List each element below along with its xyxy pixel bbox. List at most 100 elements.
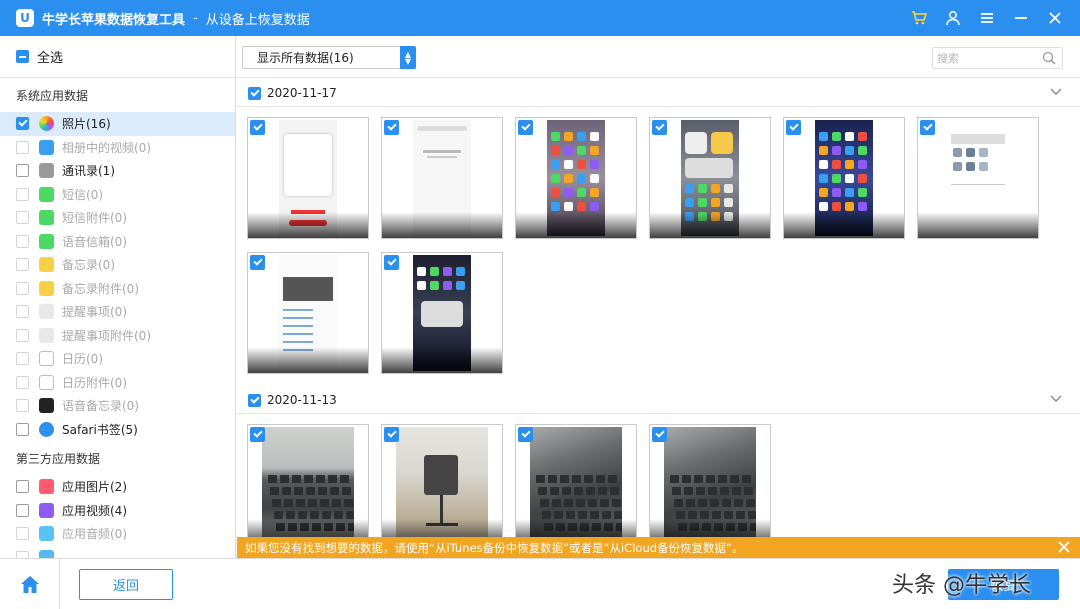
thumbnail-checkbox[interactable] <box>920 120 935 135</box>
date-group-header[interactable]: 2020-11-13 <box>237 386 1080 414</box>
sidebar-item[interactable]: 语音备忘录(0) <box>0 394 235 418</box>
thumbnail-shade <box>382 347 502 373</box>
sidebar-item-label: 照片(16) <box>62 117 111 132</box>
photo-thumbnail[interactable] <box>649 117 771 239</box>
notice-close-icon[interactable] <box>1056 539 1072 555</box>
item-checkbox[interactable] <box>16 328 29 342</box>
photo-thumbnail[interactable] <box>515 117 637 239</box>
item-checkbox[interactable] <box>16 527 29 541</box>
item-checkbox[interactable] <box>16 422 29 436</box>
photo-thumbnail[interactable] <box>247 117 369 239</box>
thumbnail-checkbox[interactable] <box>250 255 265 270</box>
photo-thumbnail[interactable] <box>381 252 503 374</box>
sidebar-item[interactable]: 提醒事项附件(0) <box>0 324 235 348</box>
sidebar-item[interactable]: 短信(0) <box>0 183 235 207</box>
search-box[interactable] <box>932 47 1063 69</box>
sidebar-item[interactable] <box>0 546 235 558</box>
menu-icon[interactable] <box>970 0 1004 36</box>
contacts-icon <box>39 163 54 179</box>
thumbnail-checkbox[interactable] <box>786 120 801 135</box>
back-button[interactable]: 返回 <box>79 569 173 600</box>
updown-arrow-icon[interactable]: ▲ ▼ <box>400 46 416 69</box>
item-checkbox[interactable] <box>16 399 29 413</box>
sidebar-item[interactable]: 通讯录(1) <box>0 159 235 183</box>
date-group-header[interactable]: 2020-11-17 <box>237 79 1080 107</box>
photo-thumbnail[interactable] <box>247 252 369 374</box>
notes-attachment-icon <box>39 280 54 296</box>
item-checkbox[interactable] <box>16 352 29 366</box>
minimize-icon[interactable] <box>1004 0 1038 36</box>
sidebar-item[interactable]: 备忘录(0) <box>0 253 235 277</box>
sidebar-item[interactable]: 语音信箱(0) <box>0 230 235 254</box>
user-icon[interactable] <box>936 0 970 36</box>
app-audio-icon <box>39 526 54 542</box>
thumbnail-checkbox[interactable] <box>518 120 533 135</box>
thumbnail-shade <box>516 212 636 238</box>
photo-thumbnail[interactable] <box>381 117 503 239</box>
item-checkbox[interactable] <box>16 187 29 201</box>
system-app-list: 照片(16) 相册中的视频(0) 通讯录(1) 短信(0) 短信附件(0) 语音信箱(0)… <box>0 112 235 441</box>
item-checkbox[interactable] <box>16 211 29 225</box>
home-button[interactable] <box>0 559 60 609</box>
cart-icon[interactable] <box>902 0 936 36</box>
item-checkbox[interactable] <box>16 480 29 494</box>
footer-bar: 返回 恢复 头条 @牛学长 <box>0 558 1080 609</box>
select-all-label: 全选 <box>37 51 64 66</box>
item-checkbox[interactable] <box>16 117 29 131</box>
sidebar-item[interactable]: 提醒事项(0) <box>0 300 235 324</box>
sidebar-item[interactable]: 短信附件(0) <box>0 206 235 230</box>
thumbnail-checkbox[interactable] <box>250 120 265 135</box>
sidebar-item[interactable]: Safari书签(5) <box>0 418 235 442</box>
content-toolbar: 显示所有数据(16) ▲ ▼ <box>237 36 1080 78</box>
group-checkbox[interactable] <box>248 86 261 100</box>
group-date: 2020-11-17 <box>267 86 337 100</box>
category-sidebar: 全选 系统应用数据 照片(16) 相册中的视频(0) 通讯录(1) 短信(0) 短信附件… <box>0 36 236 558</box>
sidebar-item[interactable]: 相册中的视频(0) <box>0 136 235 160</box>
chevron-down-icon[interactable] <box>1050 85 1062 97</box>
item-checkbox[interactable] <box>16 550 29 558</box>
sidebar-item[interactable]: 日历附件(0) <box>0 371 235 395</box>
sidebar-item[interactable]: 应用音频(0) <box>0 522 235 546</box>
thumbnail-checkbox[interactable] <box>652 427 667 442</box>
filter-dropdown[interactable]: 显示所有数据(16) ▲ ▼ <box>242 46 416 69</box>
app-photos-icon <box>39 479 54 495</box>
sidebar-item-label: 备忘录附件(0) <box>62 281 139 296</box>
photo-thumbnail[interactable] <box>247 424 369 546</box>
chevron-down-icon[interactable] <box>1050 392 1062 404</box>
photo-thumbnail[interactable] <box>515 424 637 546</box>
sidebar-item[interactable]: 日历(0) <box>0 347 235 371</box>
item-checkbox[interactable] <box>16 258 29 272</box>
sidebar-item[interactable]: 应用视频(4) <box>0 499 235 523</box>
photo-thumbnail[interactable] <box>917 117 1039 239</box>
sidebar-item[interactable]: 照片(16) <box>0 112 235 136</box>
item-checkbox[interactable] <box>16 164 29 178</box>
thumbnail-checkbox[interactable] <box>250 427 265 442</box>
item-checkbox[interactable] <box>16 375 29 389</box>
item-checkbox[interactable] <box>16 305 29 319</box>
thumbnail-checkbox[interactable] <box>518 427 533 442</box>
thumbnail-checkbox[interactable] <box>384 120 399 135</box>
select-all-row[interactable]: 全选 <box>0 36 235 78</box>
select-all-checkbox[interactable] <box>16 50 29 63</box>
sidebar-item-label: 通讯录(1) <box>62 164 115 179</box>
close-icon[interactable] <box>1038 0 1072 36</box>
item-checkbox[interactable] <box>16 140 29 154</box>
item-checkbox[interactable] <box>16 234 29 248</box>
sidebar-item[interactable]: 应用图片(2) <box>0 475 235 499</box>
thumbnail-checkbox[interactable] <box>652 120 667 135</box>
item-checkbox[interactable] <box>16 281 29 295</box>
search-icon[interactable] <box>1042 51 1056 65</box>
thumbnail-shade <box>650 212 770 238</box>
thumbnail-checkbox[interactable] <box>384 255 399 270</box>
search-input[interactable] <box>937 51 1037 65</box>
sidebar-item-label: 语音信箱(0) <box>62 234 127 249</box>
thumbnail-checkbox[interactable] <box>384 427 399 442</box>
voicemail-icon <box>39 233 54 249</box>
photo-thumbnail[interactable] <box>381 424 503 546</box>
photo-thumbnail[interactable] <box>783 117 905 239</box>
group-checkbox[interactable] <box>248 393 261 407</box>
item-checkbox[interactable] <box>16 503 29 517</box>
thumbnail-shade <box>918 212 1038 238</box>
photo-thumbnail[interactable] <box>649 424 771 546</box>
sidebar-item[interactable]: 备忘录附件(0) <box>0 277 235 301</box>
